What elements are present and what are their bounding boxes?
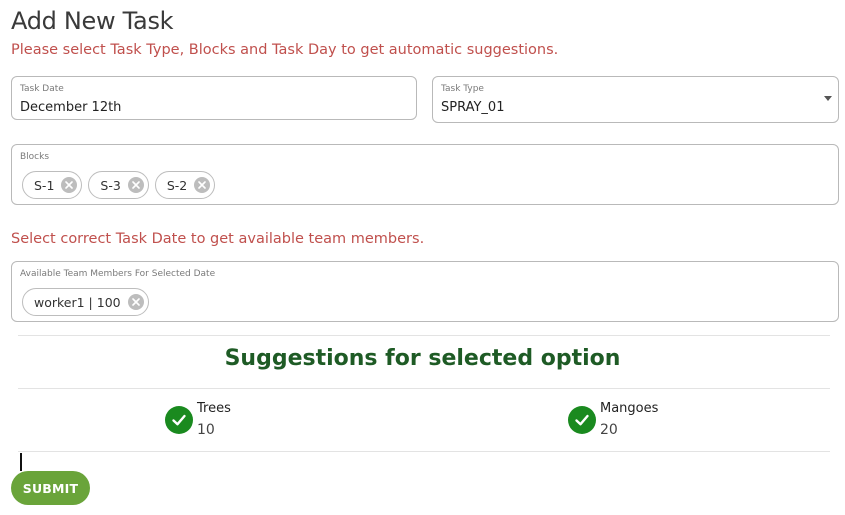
suggestion-value: 10 [197,422,215,438]
chip-label: S-2 [166,177,188,193]
suggestions-title: Suggestions for selected option [224,346,621,371]
text-cursor [20,453,22,471]
suggestion-hint: Please select Task Type, Blocks and Task… [11,42,559,58]
divider [18,451,830,452]
blocks-label: Blocks [20,152,50,162]
blocks-chip-list: S-1 S-3 S-2 [22,171,216,199]
chip-label: S-1 [34,177,55,193]
submit-button[interactable]: SUBMIT [11,471,90,505]
team-chip-list: worker1 | 100 [22,288,149,316]
task-type-select[interactable]: Task Type SPRAY_01 [432,76,839,123]
task-type-label: Task Type [441,84,484,94]
task-date-value[interactable]: December 12th [20,100,121,115]
caret-down-icon[interactable] [824,96,832,101]
divider [18,388,830,389]
chip-label: worker1 | 100 [34,294,121,310]
block-chip: S-1 [22,171,83,199]
suggestion-value: 20 [600,422,618,438]
task-date-label: Task Date [20,84,64,94]
suggestion-label: Mangoes [600,401,659,416]
close-circle-icon[interactable] [127,294,144,310]
divider [18,335,830,336]
suggestion-label: Trees [197,401,231,416]
team-member-chip: worker1 | 100 [22,288,149,316]
team-members-field[interactable]: Available Team Members For Selected Date… [11,261,839,322]
blocks-field[interactable]: Blocks S-1 S-3 S-2 [11,144,839,205]
team-hint: Select correct Task Date to get availabl… [11,231,425,247]
check-circle-icon [568,406,596,434]
check-circle-icon [165,406,193,434]
block-chip: S-3 [88,171,149,199]
close-circle-icon[interactable] [61,177,78,193]
close-circle-icon[interactable] [194,177,211,193]
task-type-value[interactable]: SPRAY_01 [441,100,504,115]
block-chip: S-2 [154,171,216,199]
team-members-label: Available Team Members For Selected Date [20,269,216,279]
task-date-field[interactable]: Task Date December 12th [11,76,417,120]
close-circle-icon[interactable] [127,177,144,193]
chip-label: S-3 [100,177,121,193]
page-title: Add New Task [11,7,174,35]
